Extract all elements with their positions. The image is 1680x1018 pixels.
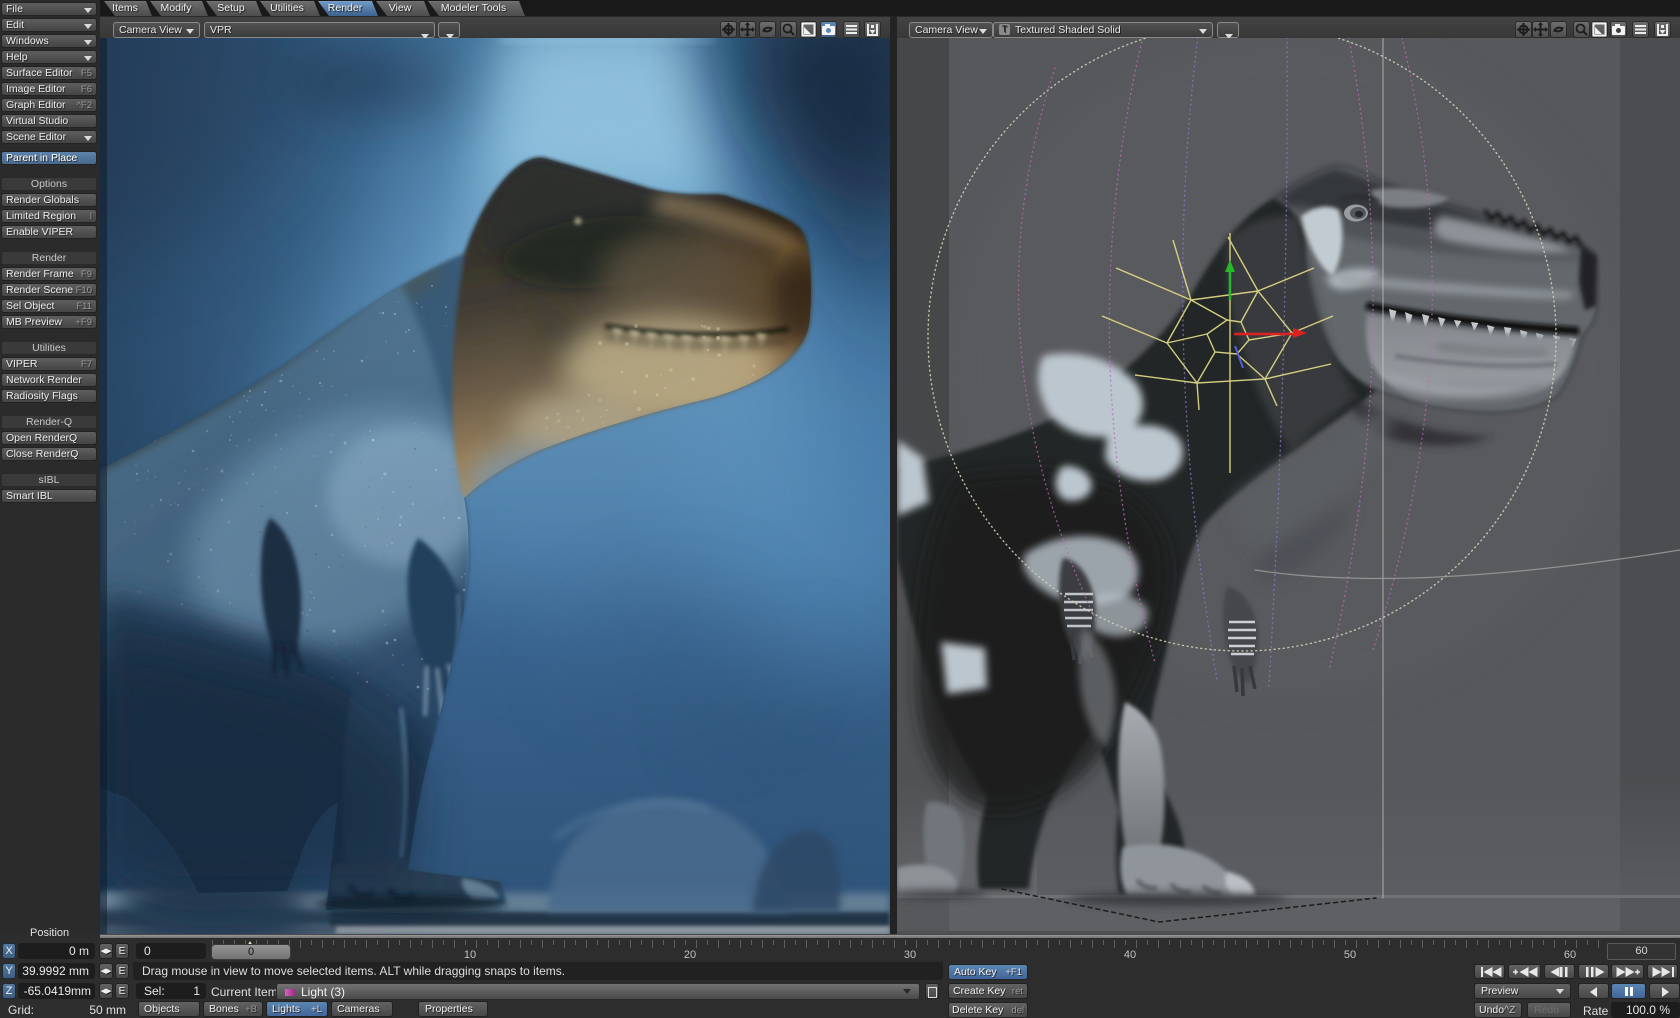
svg-text:40: 40 <box>1124 949 1136 960</box>
svg-text:60: 60 <box>1564 949 1576 960</box>
svg-text:50: 50 <box>1344 949 1356 960</box>
svg-text:30: 30 <box>904 949 916 960</box>
svg-text:20: 20 <box>684 949 696 960</box>
svg-text:10: 10 <box>464 949 476 960</box>
